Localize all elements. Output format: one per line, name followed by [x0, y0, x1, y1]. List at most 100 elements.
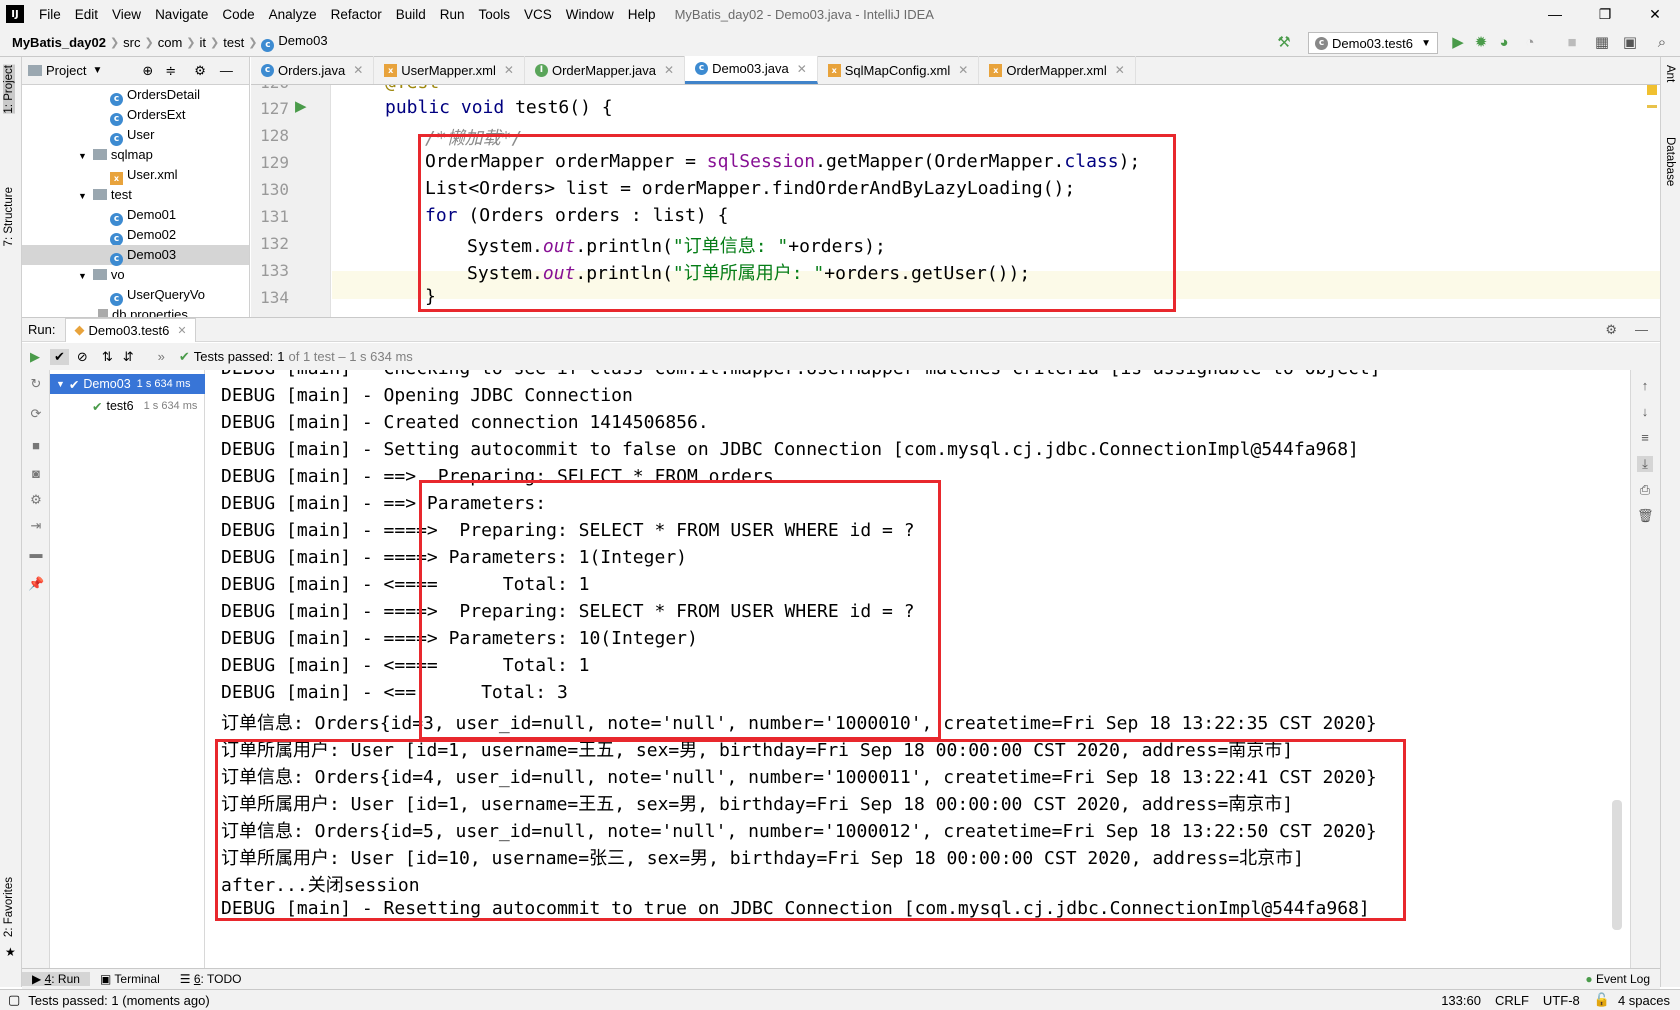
tab-orders-java[interactable]: c Orders.java ✕	[251, 56, 375, 84]
rerun-icon[interactable]: ▶	[30, 349, 40, 365]
file-encoding[interactable]: UTF-8	[1543, 993, 1580, 1008]
project-panel-title[interactable]: Project	[46, 63, 86, 78]
caret-position[interactable]: 133:60	[1441, 993, 1481, 1008]
debug-icon[interactable]: ✹	[1471, 33, 1491, 53]
restore-icon[interactable]: ❐	[1580, 0, 1630, 28]
chevron-down-icon[interactable]: ▼	[92, 65, 102, 76]
run-test-gutter-icon[interactable]: ▶	[295, 97, 307, 115]
close-icon[interactable]: ✕	[1115, 63, 1125, 77]
gear-icon[interactable]: ⚙	[1605, 322, 1617, 338]
menu-vcs[interactable]: VCS	[517, 7, 559, 22]
tab-run[interactable]: ▶ 4: Run	[22, 972, 90, 986]
profile-icon[interactable]: ◔	[1520, 33, 1540, 53]
tree-item-userqueryvo[interactable]: c UserQueryVo	[110, 285, 205, 306]
arrow-down-icon[interactable]: ↓	[1637, 404, 1653, 420]
project-structure-icon[interactable]: ▦	[1592, 33, 1612, 53]
menu-refactor[interactable]: Refactor	[324, 7, 389, 22]
tree-item-demo03[interactable]: c Demo03	[22, 245, 249, 266]
tree-item-user[interactable]: c User	[110, 125, 154, 146]
close-icon[interactable]: ✕	[958, 63, 968, 77]
export-icon[interactable]: ⇥	[28, 518, 44, 534]
sort-alpha-icon[interactable]: ⇅	[102, 349, 113, 365]
show-passed-icon[interactable]: ✔	[50, 348, 69, 365]
close-icon[interactable]: ✕	[177, 324, 186, 337]
event-log-button[interactable]: ● Event Log	[1575, 972, 1660, 986]
minimize-icon[interactable]: —	[1530, 0, 1580, 28]
tree-item-ordersdetail[interactable]: c OrdersDetail	[110, 85, 200, 106]
menu-window[interactable]: Window	[559, 7, 621, 22]
gear-icon[interactable]: ⚙	[194, 63, 206, 79]
breadcrumb-src[interactable]: src	[119, 35, 144, 50]
close-icon[interactable]: ✕	[664, 63, 674, 77]
tab-todo[interactable]: ☰ 6: TODO	[170, 972, 252, 986]
close-icon[interactable]: ✕	[504, 63, 514, 77]
layout-icon[interactable]: ▬	[28, 546, 44, 562]
menu-code[interactable]: Code	[215, 7, 261, 22]
rerun-failed-icon[interactable]: ↻	[28, 376, 44, 392]
menu-build[interactable]: Build	[389, 7, 433, 22]
close-icon[interactable]: ✕	[797, 62, 807, 76]
test-node-test6[interactable]: ✔ test6 1 s 634 ms	[50, 396, 205, 416]
expand-arrow-icon[interactable]: ▼	[56, 379, 65, 389]
run-icon[interactable]: ▶	[1448, 33, 1468, 53]
menu-run[interactable]: Run	[433, 7, 472, 22]
test-node-demo03[interactable]: ▼ ✔ Demo03 1 s 634 ms	[50, 374, 205, 394]
tab-sqlmapconfig-xml[interactable]: x SqlMapConfig.xml ✕	[818, 56, 980, 84]
indent-setting[interactable]: 4 spaces	[1618, 993, 1670, 1008]
menu-view[interactable]: View	[105, 7, 148, 22]
layout-icon[interactable]: ▣	[1620, 33, 1640, 53]
locate-icon[interactable]: ⊕	[142, 63, 153, 79]
tab-ordermapper-xml[interactable]: x OrderMapper.xml ✕	[979, 56, 1136, 84]
tab-usermapper-xml[interactable]: x UserMapper.xml ✕	[374, 56, 525, 84]
breadcrumb-project[interactable]: MyBatis_day02	[0, 35, 110, 50]
tree-item-vo[interactable]: ▼ vo	[78, 265, 125, 285]
collapse-icon[interactable]: ≑	[165, 63, 176, 79]
tree-item-demo02[interactable]: c Demo02	[110, 225, 176, 246]
stop-icon[interactable]: ■	[1562, 33, 1582, 53]
tab-ordermapper-java[interactable]: I OrderMapper.java ✕	[525, 56, 686, 84]
tree-item-sqlmap[interactable]: ▼ sqlmap	[78, 145, 153, 165]
database-tool-tab[interactable]: Database	[1664, 137, 1676, 186]
lock-icon[interactable]: 🔓	[1594, 992, 1610, 1008]
sort-duration-icon[interactable]: ⇵	[123, 349, 134, 365]
hide-icon[interactable]: —	[220, 63, 233, 78]
coverage-icon[interactable]: ◕	[1494, 33, 1514, 53]
close-icon[interactable]: ✕	[353, 63, 363, 77]
breadcrumb-it[interactable]: it	[196, 35, 211, 50]
warning-marker-icon[interactable]	[1647, 85, 1657, 95]
menu-edit[interactable]: Edit	[68, 7, 105, 22]
trash-icon[interactable]: 🗑	[1637, 508, 1654, 524]
show-ignored-icon[interactable]: ⊘	[77, 349, 88, 365]
menu-analyze[interactable]: Analyze	[262, 7, 324, 22]
project-tool-tab[interactable]: 1: Project	[3, 65, 15, 114]
tab-demo03-java[interactable]: c Demo03.java ✕	[685, 56, 818, 84]
breadcrumb-com[interactable]: com	[154, 35, 187, 50]
dump-threads-icon[interactable]: ◙	[28, 466, 44, 482]
hide-icon[interactable]: —	[1635, 322, 1648, 337]
run-tab-demo03-test6[interactable]: ◆ Demo03.test6 ✕	[65, 317, 196, 342]
structure-tool-tab[interactable]: 7: Structure	[3, 187, 15, 246]
console-scrollbar[interactable]	[1612, 800, 1622, 930]
breadcrumb-demo03[interactable]: c Demo03	[257, 33, 331, 52]
toggle-auto-test-icon[interactable]: ⟳	[28, 406, 44, 422]
line-separator[interactable]: CRLF	[1495, 993, 1529, 1008]
tree-item-db-properties[interactable]: db.properties	[98, 305, 188, 317]
soft-wrap-icon[interactable]: ≡	[1637, 430, 1653, 446]
tree-item-user-xml[interactable]: x User.xml	[110, 165, 178, 185]
arrow-up-icon[interactable]: ↑	[1637, 378, 1653, 394]
tree-item-ordersext[interactable]: c OrdersExt	[110, 105, 186, 126]
print-icon[interactable]: ⎙	[1637, 482, 1653, 498]
expand-arrow-icon[interactable]: ▼	[78, 271, 87, 281]
stop-icon[interactable]: ■	[28, 438, 44, 454]
expand-arrow-icon[interactable]: ▼	[78, 191, 87, 201]
expand-arrow-icon[interactable]: ▼	[78, 151, 87, 161]
run-configuration-select[interactable]: c Demo03.test6 ▼	[1308, 32, 1438, 54]
tree-item-demo01[interactable]: c Demo01	[110, 205, 176, 226]
scroll-to-end-icon[interactable]: ⤓	[1637, 456, 1653, 472]
tree-item-test[interactable]: ▼ test	[78, 185, 132, 205]
status-layout-icon[interactable]: ▢	[8, 992, 20, 1008]
more-icon[interactable]: »	[158, 349, 165, 364]
search-icon[interactable]: ⌕	[1652, 33, 1672, 53]
build-hammer-icon[interactable]: ⚒	[1274, 33, 1294, 53]
menu-navigate[interactable]: Navigate	[148, 7, 215, 22]
